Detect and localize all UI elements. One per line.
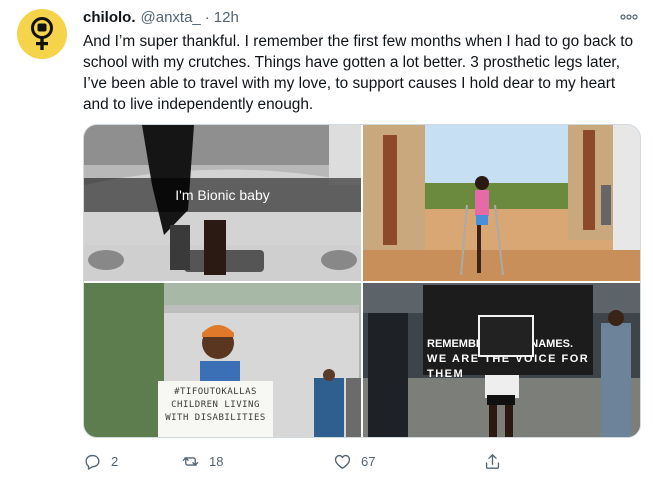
photo-woman-sign[interactable]: #TIFOUTOKALLAS CHILDREN LIVING WITH DISA…	[84, 283, 361, 437]
timestamp[interactable]: 12h	[214, 9, 239, 26]
separator-dot: ·	[204, 8, 210, 26]
tweet-text: And I’m super thankful. I remember the f…	[83, 33, 634, 113]
tweet[interactable]: chilolo. @anxta_ · 12h And I’m super tha…	[0, 0, 653, 478]
reply-count: 2	[111, 453, 119, 469]
tweet-actions: 2 18 67	[83, 447, 573, 475]
retweet-count: 18	[209, 453, 224, 469]
photo-gate-crutches[interactable]	[363, 125, 640, 281]
protest-placard	[478, 315, 534, 357]
reply-icon	[85, 454, 100, 470]
tweet-header: chilolo. @anxta_ · 12h	[83, 6, 639, 28]
share-button[interactable]	[483, 452, 502, 471]
avatar[interactable]	[17, 9, 67, 59]
retweet-button[interactable]: 18	[181, 452, 333, 471]
female-symbol-fist-icon	[31, 17, 53, 50]
user-handle[interactable]: @anxta_	[141, 9, 201, 26]
display-name[interactable]: chilolo.	[83, 9, 136, 26]
retweet-icon	[182, 456, 199, 466]
like-count: 67	[361, 453, 376, 469]
photo-protest-banner[interactable]: REMEMBER THEIR NAMES. WE ARE THE VOICE F…	[363, 283, 640, 437]
share-icon	[485, 453, 500, 469]
media-grid: I'm Bionic baby #TIFOUTOKALLAS CHILDREN …	[83, 124, 641, 438]
heart-icon	[334, 454, 351, 469]
like-button[interactable]: 67	[333, 452, 483, 471]
reply-button[interactable]: 2	[83, 452, 181, 471]
photo-car-selfie[interactable]: I'm Bionic baby	[84, 125, 361, 281]
gate-scene	[363, 125, 640, 281]
snapchat-caption: I'm Bionic baby	[84, 178, 361, 212]
protest-sign: #TIFOUTOKALLAS CHILDREN LIVING WITH DISA…	[158, 381, 273, 437]
more-horizontal-icon[interactable]	[619, 7, 639, 27]
